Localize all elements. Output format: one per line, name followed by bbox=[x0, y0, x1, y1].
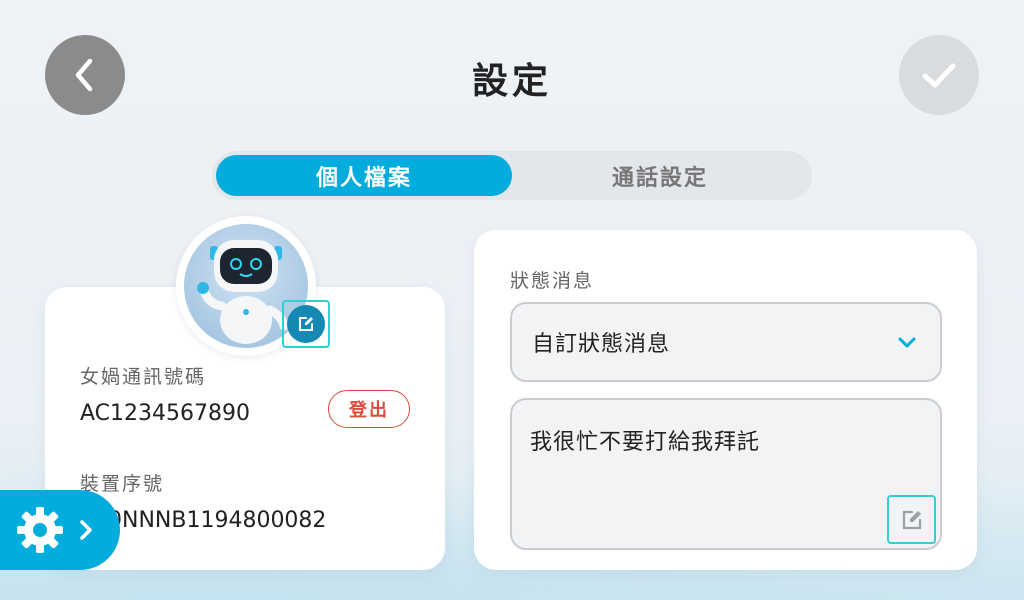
settings-fab[interactable] bbox=[0, 490, 120, 570]
edit-icon bbox=[299, 317, 313, 331]
chevron-down-icon bbox=[898, 337, 916, 348]
edit-icon bbox=[902, 510, 921, 529]
status-dropdown-value: 自訂狀態消息 bbox=[532, 332, 671, 357]
page-title: 設定 bbox=[471, 61, 552, 102]
logout-button[interactable]: 登出 bbox=[328, 390, 410, 428]
chevron-right-icon bbox=[80, 520, 92, 540]
tab-profile[interactable]: 個人檔案 bbox=[216, 155, 512, 196]
status-section-label: 狀態消息 bbox=[510, 270, 595, 292]
tab-bar: 個人檔案 通話設定 bbox=[212, 151, 812, 200]
status-edit-button[interactable] bbox=[887, 495, 936, 544]
confirm-button[interactable] bbox=[899, 35, 979, 115]
check-icon bbox=[922, 63, 956, 88]
nuwa-id-label: 女媧通訊號碼 bbox=[80, 366, 207, 388]
avatar-edit-button[interactable] bbox=[282, 300, 330, 348]
tab-call-settings[interactable]: 通話設定 bbox=[512, 155, 808, 196]
gear-icon bbox=[17, 507, 63, 553]
status-message-field[interactable]: 我很忙不要打給我拜託 bbox=[510, 398, 942, 550]
status-dropdown[interactable]: 自訂狀態消息 bbox=[510, 302, 942, 382]
nuwa-id-value: AC1234567890 bbox=[80, 401, 250, 426]
status-message-text: 我很忙不要打給我拜託 bbox=[530, 430, 761, 455]
